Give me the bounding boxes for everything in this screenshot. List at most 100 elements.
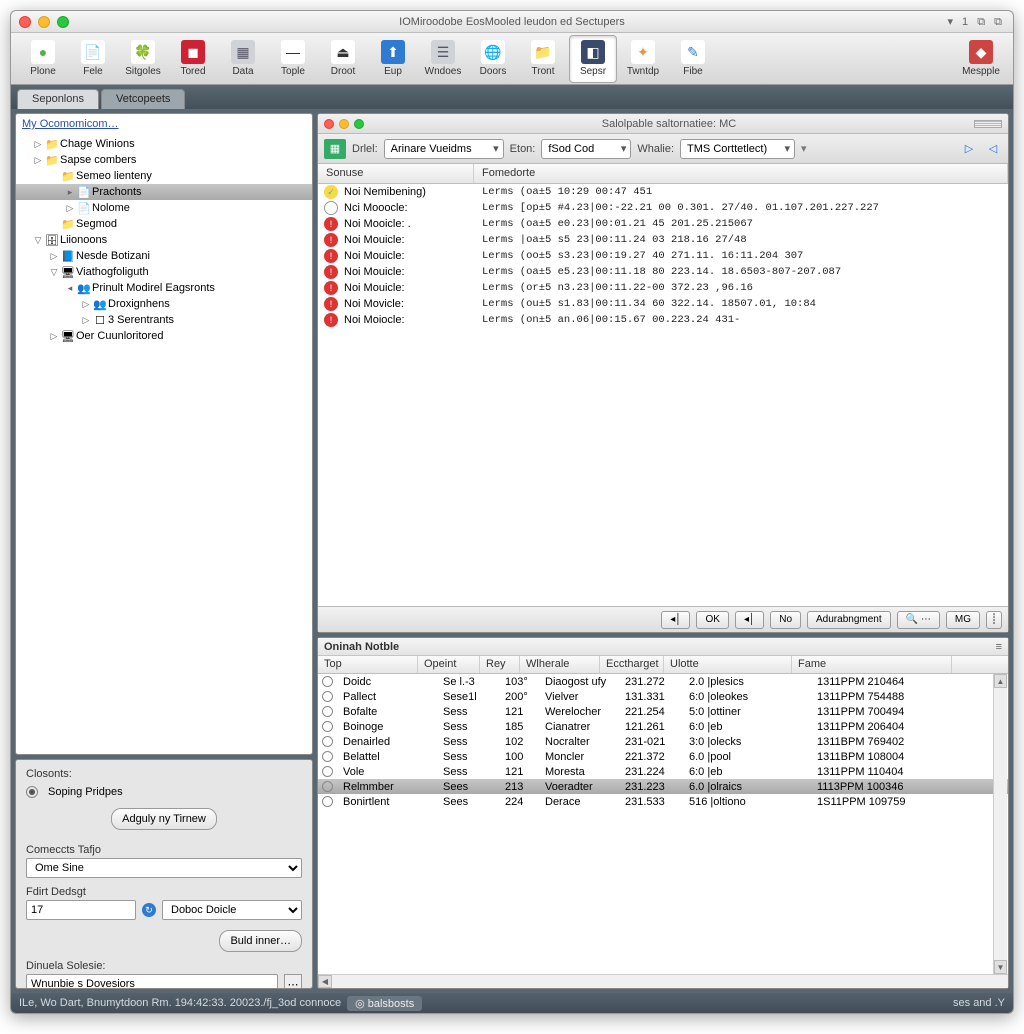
scroll-up-icon[interactable]: ▲ — [994, 674, 1007, 688]
toolbar-droot[interactable]: ⏏Droot — [319, 35, 367, 83]
disclosure-icon[interactable]: ▽ — [48, 267, 60, 278]
refresh-icon[interactable]: ↻ — [142, 903, 156, 917]
divider-button[interactable]: ┊ — [986, 611, 1002, 629]
horizontal-scrollbar[interactable]: ◀ — [318, 974, 1008, 988]
play-back-icon[interactable]: ◁ — [984, 141, 1002, 157]
scroll-down-icon[interactable]: ▼ — [994, 960, 1007, 974]
row-radio[interactable] — [322, 766, 333, 777]
col-header[interactable]: Top — [318, 656, 418, 673]
log-row[interactable]: Nci Mooocle:Lerms [op±5 #4.23|00:-22.21 … — [318, 200, 1008, 216]
toolbar-mespple[interactable]: ◆Mespple — [957, 35, 1005, 83]
connects-select[interactable]: Ome Sine — [26, 858, 302, 878]
row-radio[interactable] — [322, 751, 333, 762]
disclosure-icon[interactable]: ▷ — [80, 315, 92, 326]
toolbar-plane[interactable]: ●Plone — [19, 35, 67, 83]
col-header[interactable]: Opeint — [418, 656, 480, 673]
log-row[interactable]: !Noi Mouicle:Lerms |oa±5 s5 23|00:11.24 … — [318, 232, 1008, 248]
sub-minimize-icon[interactable] — [339, 119, 349, 129]
solesie-input[interactable] — [26, 974, 278, 989]
row-radio[interactable] — [322, 676, 333, 687]
tree-header[interactable]: My Ocomomicom… — [16, 114, 312, 134]
toolbar-tored[interactable]: ◼Tored — [169, 35, 217, 83]
row-radio[interactable] — [322, 781, 333, 792]
tree-node[interactable]: ▽🗄Liionoons — [16, 232, 312, 248]
grip-icon[interactable] — [974, 120, 1002, 128]
toolbar-data[interactable]: ▦Data — [219, 35, 267, 83]
drel-dropdown[interactable]: Arinare Vueidms — [384, 139, 504, 159]
disclosure-icon[interactable]: ▽ — [32, 235, 44, 246]
col-header[interactable]: Ulotte — [664, 656, 792, 673]
disclosure-icon[interactable]: ▷ — [48, 251, 60, 262]
sub-close-icon[interactable] — [324, 119, 334, 129]
more-dropdown-icon[interactable]: ▾ — [801, 142, 807, 155]
disclosure-icon[interactable]: ◂ — [64, 283, 76, 294]
tree-node[interactable]: ▷📄Nolome — [16, 200, 312, 216]
disclosure-icon[interactable]: ▸ — [64, 187, 76, 198]
tree-node[interactable]: ◂👥Prinult Modirel Eagsronts — [16, 280, 312, 296]
prev2-button[interactable]: ◂│ — [735, 611, 764, 629]
log-row[interactable]: !Noi Moiocle:Lerms (on±5 an.06|00:15.67 … — [318, 312, 1008, 328]
tab-seponlons[interactable]: Seponlons — [17, 89, 99, 109]
toolbar-wndoes[interactable]: ☰Wndoes — [419, 35, 467, 83]
tree-node[interactable]: ▷🖥Oer Cuunloritored — [16, 328, 312, 344]
adjustment-button[interactable]: Adurabngment — [807, 611, 891, 629]
scroll-left-icon[interactable]: ◀ — [318, 975, 332, 988]
tree-node[interactable]: ▷☐3 Serentrants — [16, 312, 312, 328]
tree-node[interactable]: ▽🖥Viathogfoliguth — [16, 264, 312, 280]
disclosure-icon[interactable]: ▷ — [80, 299, 92, 310]
table-row[interactable]: RelmmberSees213Voeradter231.2236.0 |olra… — [318, 779, 1008, 794]
table-row[interactable]: BofalteSess121Werelocher221.2545:0 |otti… — [318, 704, 1008, 719]
adjust-button[interactable]: Adguly ny Tirnew — [111, 808, 217, 830]
build-button[interactable]: Buld inner… — [219, 930, 302, 952]
table-menu-icon[interactable]: ≡ — [996, 641, 1002, 653]
tab-vetcopeets[interactable]: Vetcopeets — [101, 89, 185, 109]
table-row[interactable]: BelattelSess100Moncler221.3726.0 |pool13… — [318, 749, 1008, 764]
toolbar-tront[interactable]: 📁Tront — [519, 35, 567, 83]
col-header[interactable]: Wlherale — [520, 656, 600, 673]
no-button[interactable]: No — [770, 611, 801, 629]
solesie-picker-icon[interactable]: ⋯ — [284, 974, 302, 989]
row-radio[interactable] — [322, 736, 333, 747]
col-source[interactable]: Sonuse — [318, 164, 474, 183]
col-format[interactable]: Fomedorte — [474, 164, 1008, 183]
log-row[interactable]: !Noi Mouicle:Lerms (oa±5 e5.23|00:11.18 … — [318, 264, 1008, 280]
toolbar-twntdp[interactable]: ✦Twntdp — [619, 35, 667, 83]
table-row[interactable]: DenairledSess102Nocralter231-0213:0 |ole… — [318, 734, 1008, 749]
tree-node[interactable]: ▷📘Nesde Botizani — [16, 248, 312, 264]
row-radio[interactable] — [322, 721, 333, 732]
radio-soping[interactable] — [26, 786, 38, 798]
table-row[interactable]: DoidcSe l.-3103°Diaogost ufy231.2722.0 |… — [318, 674, 1008, 689]
whole-dropdown[interactable]: TMS Corttetlect) — [680, 139, 795, 159]
row-radio[interactable] — [322, 706, 333, 717]
tree-node[interactable]: ▷👥Droxignhens — [16, 296, 312, 312]
detect-select[interactable]: Doboc Doicle — [162, 900, 302, 920]
sub-app-icon[interactable]: ▦ — [324, 139, 346, 159]
table-row[interactable]: BoinogeSess185Cianatrer121.2616:0 |eb131… — [318, 719, 1008, 734]
table-row[interactable]: VoleSess121Moresta231.2246:0 |eb1311PPM … — [318, 764, 1008, 779]
toolbar-fele[interactable]: 📄Fele — [69, 35, 117, 83]
col-header[interactable]: Fame — [792, 656, 952, 673]
ok-button[interactable]: OK — [696, 611, 728, 629]
detect-input[interactable] — [26, 900, 136, 920]
toolbar-stgoles[interactable]: 🍀Sitgoles — [119, 35, 167, 83]
tree-node[interactable]: ▸📄Prachonts — [16, 184, 312, 200]
col-header[interactable]: Rey — [480, 656, 520, 673]
toolbar-tople[interactable]: —Tople — [269, 35, 317, 83]
search-mini-button[interactable]: 🔍 ⋯ — [897, 611, 940, 629]
eton-dropdown[interactable]: fSod Cod — [541, 139, 631, 159]
disclosure-icon[interactable]: ▷ — [32, 139, 44, 150]
log-row[interactable]: !Noi Mouicle:Lerms (oo±5 s3.23|00:19.27 … — [318, 248, 1008, 264]
toolbar-eup[interactable]: ⬆Eup — [369, 35, 417, 83]
mg-button[interactable]: MG — [946, 611, 980, 629]
tree-node[interactable]: 📁Segmod — [16, 216, 312, 232]
table-row[interactable]: BonirtlentSees224Derace231.533516 |oltio… — [318, 794, 1008, 809]
toolbar-doors[interactable]: 🌐Doors — [469, 35, 517, 83]
tree-node[interactable]: 📁Semeo lienteny — [16, 168, 312, 184]
table-row[interactable]: PallectSese1l200°Vielver131.3316:0 |oleo… — [318, 689, 1008, 704]
toolbar-sepsr[interactable]: ◧Sepsr — [569, 35, 617, 83]
sub-zoom-icon[interactable] — [354, 119, 364, 129]
disclosure-icon[interactable]: ▷ — [48, 331, 60, 342]
tree-node[interactable]: ▷📁Sapse combers — [16, 152, 312, 168]
disclosure-icon[interactable]: ▷ — [32, 155, 44, 166]
prev-button[interactable]: ◂│ — [661, 611, 690, 629]
